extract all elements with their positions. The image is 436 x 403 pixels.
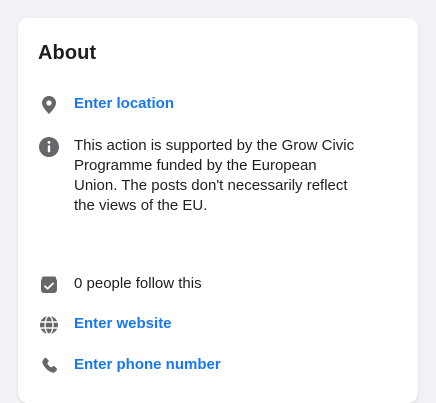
location-row[interactable]: Enter location	[38, 94, 398, 116]
followers-text: 0 people follow this	[74, 275, 202, 292]
website-row[interactable]: Enter website	[38, 314, 398, 336]
info-text: This action is supported by the Grow Civ…	[74, 137, 355, 214]
about-title: About	[38, 42, 97, 64]
about-card: About Enter location This action is supp…	[18, 18, 418, 403]
location-pin-icon	[38, 94, 60, 116]
info-row: This action is supported by the Grow Civ…	[38, 136, 398, 216]
phone-row[interactable]: Enter phone number	[38, 355, 398, 377]
phone-icon	[38, 355, 60, 377]
enter-website-link[interactable]: Enter website	[74, 314, 172, 334]
followers-row: 0 people follow this	[38, 274, 398, 296]
enter-phone-link[interactable]: Enter phone number	[74, 355, 221, 375]
info-icon	[38, 136, 60, 158]
globe-icon	[38, 314, 60, 336]
follow-box-icon	[38, 274, 60, 296]
enter-location-link[interactable]: Enter location	[74, 94, 174, 114]
